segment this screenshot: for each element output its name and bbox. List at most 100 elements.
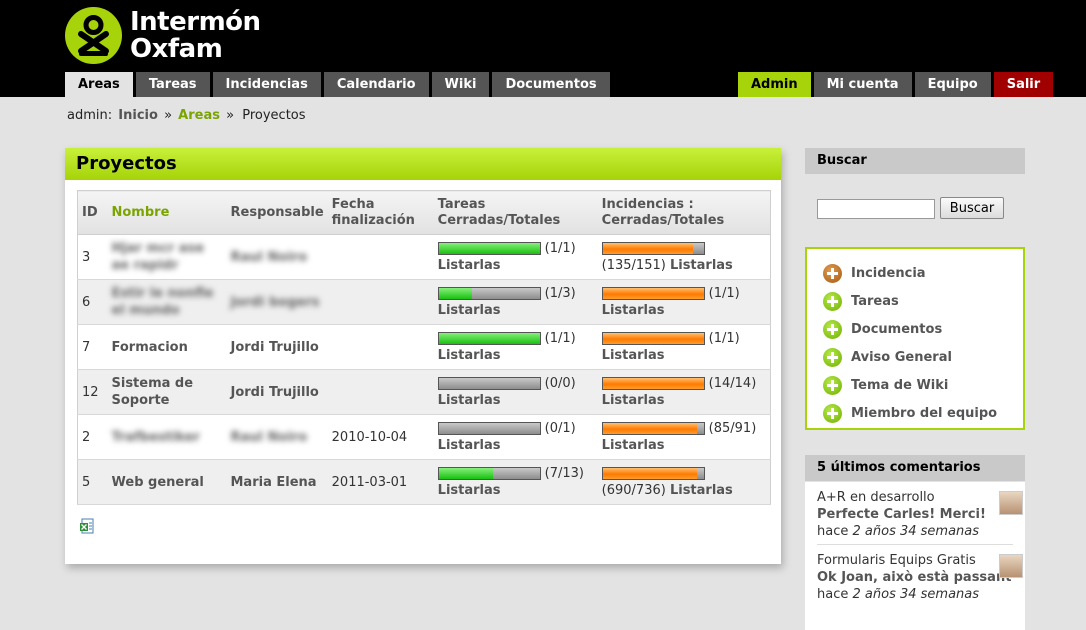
tareas-progress-bar [437,422,541,435]
comment-time: hace 2 años 34 semanas [817,524,980,539]
tareas-listar-link[interactable]: Listarlas [438,483,501,498]
intermon-oxfam-logo[interactable]: Intermón Oxfam [65,7,265,67]
tareas-progress-bar [437,332,541,345]
logo-text: Intermón Oxfam [130,7,261,64]
plus-green-icon [823,375,842,395]
tab-documentos[interactable]: Documentos [492,72,610,97]
tareas-count: (1/1) [544,331,576,346]
excel-export-icon[interactable] [79,518,95,535]
cell-id: 2 [77,414,108,460]
create-actions: Incidencia Tareas Documentos Aviso Gener… [805,247,1025,430]
cell-fecha: 2011-03-01 [327,459,434,505]
cell-tareas: (0/0) Listarlas [433,369,598,415]
action-aviso-general[interactable]: Aviso General [807,343,1023,371]
breadcrumb-areas[interactable]: Areas [178,108,220,123]
incidencias-count: (1/1) [708,286,740,301]
tareas-count: (7/13) [544,466,584,481]
tab-areas[interactable]: Areas [65,72,133,97]
col-id[interactable]: ID [77,190,108,235]
cell-nombre[interactable]: Estir le nonfle el mundo [107,279,227,325]
table-row: 5 Web general Maria Elena 2011-03-01 (7/13) L… [77,459,771,505]
cell-nombre[interactable]: Sistema de Soporte [107,369,227,415]
tab-incidencias[interactable]: Incidencias [212,72,321,97]
col-nombre[interactable]: Nombre [107,190,227,235]
tab-admin[interactable]: Admin [738,72,811,97]
comment-item: A+R en desarrollo Perfecte Carles! Merci… [817,489,1013,540]
tareas-progress-bar [437,287,541,300]
col-tareas[interactable]: Tareas Cerradas/Totales [433,190,598,235]
cell-nombre[interactable]: Hjar mcr ase ae rapidr [107,234,227,280]
tareas-listar-link[interactable]: Listarlas [438,303,501,318]
incidencias-count: (1/1) [708,331,740,346]
tareas-listar-link[interactable]: Listarlas [438,348,501,363]
comment-text[interactable]: Perfecte Carles! Merci! [817,506,1013,523]
comment-item: Formularis Equips Gratis Ok Joan, això e… [817,552,1013,603]
search-input[interactable] [817,199,935,219]
comment-area[interactable]: A+R en desarrollo [817,489,1013,506]
action-documentos[interactable]: Documentos [807,315,1023,343]
cell-nombre[interactable]: Trafbestiker [107,414,227,460]
action-miembro-equipo[interactable]: Miembro del equipo [807,399,1023,427]
oxfam-logo-icon [65,7,122,64]
col-incidencias[interactable]: Incidencias : Cerradas/Totales [597,190,771,235]
incidencias-listar-link[interactable]: Listarlas [670,483,733,498]
incidencias-listar-link[interactable]: Listarlas [602,348,665,363]
tab-wiki[interactable]: Wiki [431,72,490,97]
breadcrumb-separator: » [164,108,173,123]
incidencias-count: (14/14) [708,376,757,391]
avatar [999,554,1023,578]
tab-salir[interactable]: Salir [993,72,1054,97]
action-tema-wiki[interactable]: Tema de Wiki [807,371,1023,399]
incidencias-listar-link[interactable]: Listarlas [602,393,665,408]
incidencias-progress-bar [601,332,705,345]
cell-id: 5 [77,459,108,505]
cell-tareas: (1/1) Listarlas [433,234,598,280]
col-responsable[interactable]: Responsable [226,190,328,235]
action-incidencia[interactable]: Incidencia [807,259,1023,287]
cell-responsable: Jordi Trujillo [226,324,328,370]
cell-incidencias: (690/736) Listarlas [597,459,771,505]
incidencias-listar-link[interactable]: Listarlas [670,258,733,273]
incidencias-progress-bar [601,377,705,390]
incidencias-count: (690/736) [601,483,666,498]
cell-id: 3 [77,234,108,280]
table-row: 3 Hjar mcr ase ae rapidr Raul Noiro (1/1) Li… [77,234,771,280]
incidencias-count: (85/91) [708,421,757,436]
panel-title: Proyectos [65,148,781,180]
tab-mi-cuenta[interactable]: Mi cuenta [813,72,912,97]
cell-id: 7 [77,324,108,370]
tareas-listar-link[interactable]: Listarlas [438,393,501,408]
tab-equipo[interactable]: Equipo [914,72,991,97]
tareas-listar-link[interactable]: Listarlas [438,438,501,453]
incidencias-listar-link[interactable]: Listarlas [602,303,665,318]
cell-tareas: (1/3) Listarlas [433,279,598,325]
incidencias-count: (135/151) [601,258,666,273]
cell-incidencias: (135/151) Listarlas [597,234,771,280]
breadcrumb-inicio[interactable]: Inicio [118,108,158,123]
plus-green-icon [823,319,842,339]
table-row: 7 Formacion Jordi Trujillo (1/1) Listarlas (1… [77,324,771,370]
tab-tareas[interactable]: Tareas [135,72,210,97]
col-fecha[interactable]: Fecha finalización [327,190,434,235]
incidencias-listar-link[interactable]: Listarlas [602,438,665,453]
cell-incidencias: (85/91) Listarlas [597,414,771,460]
tab-calendario[interactable]: Calendario [323,72,429,97]
search-button[interactable]: Buscar [940,197,1004,219]
cell-nombre[interactable]: Web general [107,459,227,505]
tareas-listar-link[interactable]: Listarlas [438,258,501,273]
tareas-progress-bar [437,467,541,480]
tareas-count: (1/3) [544,286,576,301]
cell-responsable: Raul Noiro [226,234,328,280]
tareas-progress-bar [437,242,541,255]
projects-table: ID Nombre Responsable Fecha finalización… [77,190,771,505]
cell-nombre[interactable]: Formacion [107,324,227,370]
comment-text[interactable]: Ok Joan, això està passant [817,569,1013,586]
action-tareas[interactable]: Tareas [807,287,1023,315]
comment-area[interactable]: Formularis Equips Gratis [817,552,1013,569]
cell-responsable: Jordi Trujillo [226,369,328,415]
table-row: 12 Sistema de Soporte Jordi Trujillo (0/0) L… [77,369,771,415]
cell-responsable: Raul Noiro [226,414,328,460]
cell-id: 12 [77,369,108,415]
incidencias-progress-bar [601,467,705,480]
table-row: 2 Trafbestiker Raul Noiro 2010-10-04 (0/1) Li… [77,414,771,460]
